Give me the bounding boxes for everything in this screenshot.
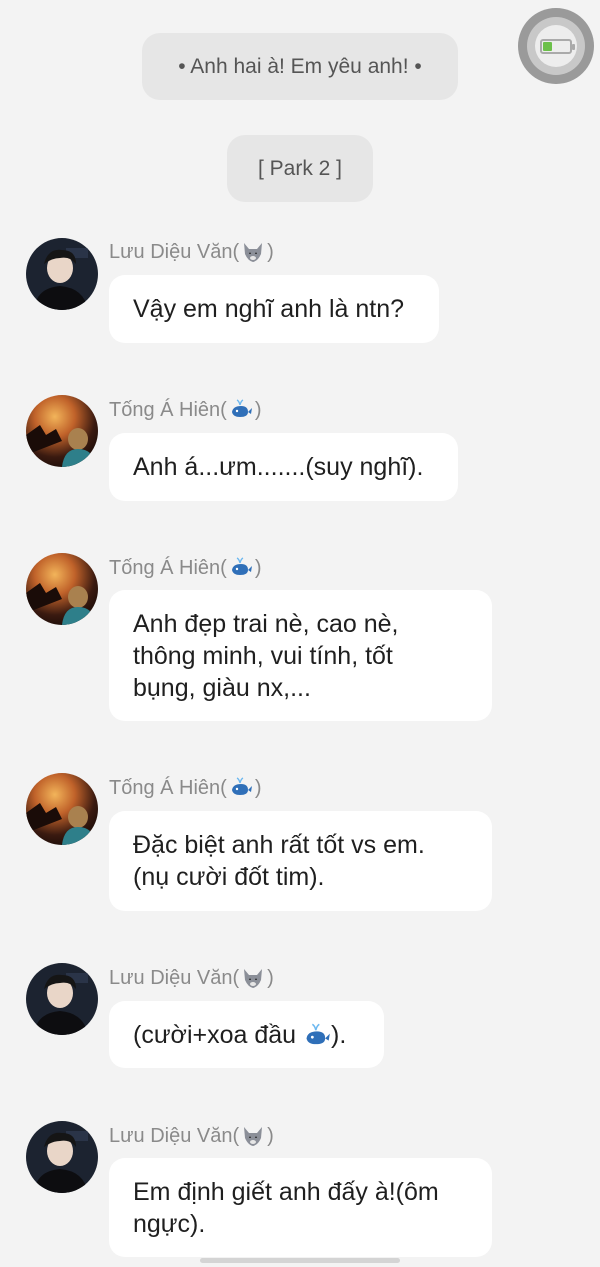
part-label-pill: [ Park 2 ] — [227, 135, 373, 202]
sender-name: Tống Á Hiên( ) — [109, 556, 262, 580]
sender-name: Tống Á Hiên( ) — [109, 776, 262, 800]
avatar[interactable] — [26, 395, 98, 467]
message-bubble[interactable]: Anh đẹp trai nè, cao nè, thông minh, vui… — [109, 590, 492, 721]
message-bubble[interactable]: Vậy em nghĩ anh là ntn? — [109, 275, 439, 343]
wolf-icon — [241, 966, 265, 990]
sender-name: Lưu Diệu Văn( ) — [109, 966, 274, 990]
message-text: Vậy em nghĩ anh là ntn? — [133, 295, 405, 323]
avatar[interactable] — [26, 1121, 98, 1193]
message-bubble[interactable]: Anh á...ưm.......(suy nghĩ). — [109, 433, 458, 501]
boy-avatar-icon — [26, 1121, 98, 1193]
part-label: [ Park 2 ] — [257, 156, 343, 180]
wolf-icon — [241, 1124, 265, 1148]
message-text: Anh á...ưm.......(suy nghĩ). — [133, 453, 424, 481]
whale-icon — [229, 556, 253, 580]
avatar[interactable] — [26, 773, 98, 845]
whale-icon — [229, 776, 253, 800]
chapter-title-pill: • Anh hai à! Em yêu anh! • — [142, 33, 458, 100]
message-bubble[interactable]: (cười+xoa đầu ). — [109, 1001, 384, 1068]
boy-avatar-icon — [26, 238, 98, 310]
sender-name: Tống Á Hiên( ) — [109, 398, 262, 422]
whale-icon — [303, 1022, 331, 1050]
wolf-icon — [241, 240, 265, 264]
avatar[interactable] — [26, 553, 98, 625]
boy-avatar-icon — [26, 963, 98, 1035]
avatar[interactable] — [26, 963, 98, 1035]
floating-assist-button[interactable] — [518, 8, 594, 84]
message-text: (cười+xoa đầu ). — [133, 1020, 347, 1050]
sunset-avatar-icon — [26, 395, 98, 467]
sender-name: Lưu Diệu Văn( ) — [109, 1124, 274, 1148]
message-bubble[interactable]: Em định giết anh đấy à!(ôm ngực). — [109, 1158, 492, 1257]
message-text: Đặc biệt anh rất tốt vs em. (nụ cười đốt… — [133, 831, 425, 891]
sunset-avatar-icon — [26, 773, 98, 845]
message-text: Anh đẹp trai nè, cao nè, thông minh, vui… — [133, 609, 399, 702]
message-text: Em định giết anh đấy à!(ôm ngực). — [133, 1177, 439, 1238]
whale-icon — [229, 398, 253, 422]
sender-name: Lưu Diệu Văn( ) — [109, 240, 274, 264]
home-indicator[interactable] — [200, 1258, 400, 1263]
chapter-title: • Anh hai à! Em yêu anh! • — [178, 54, 422, 78]
battery-icon — [540, 38, 575, 54]
avatar[interactable] — [26, 238, 98, 310]
floating-assist-ring — [527, 17, 585, 75]
message-bubble[interactable]: Đặc biệt anh rất tốt vs em. (nụ cười đốt… — [109, 811, 492, 911]
sunset-avatar-icon — [26, 553, 98, 625]
battery-indicator — [535, 25, 577, 67]
